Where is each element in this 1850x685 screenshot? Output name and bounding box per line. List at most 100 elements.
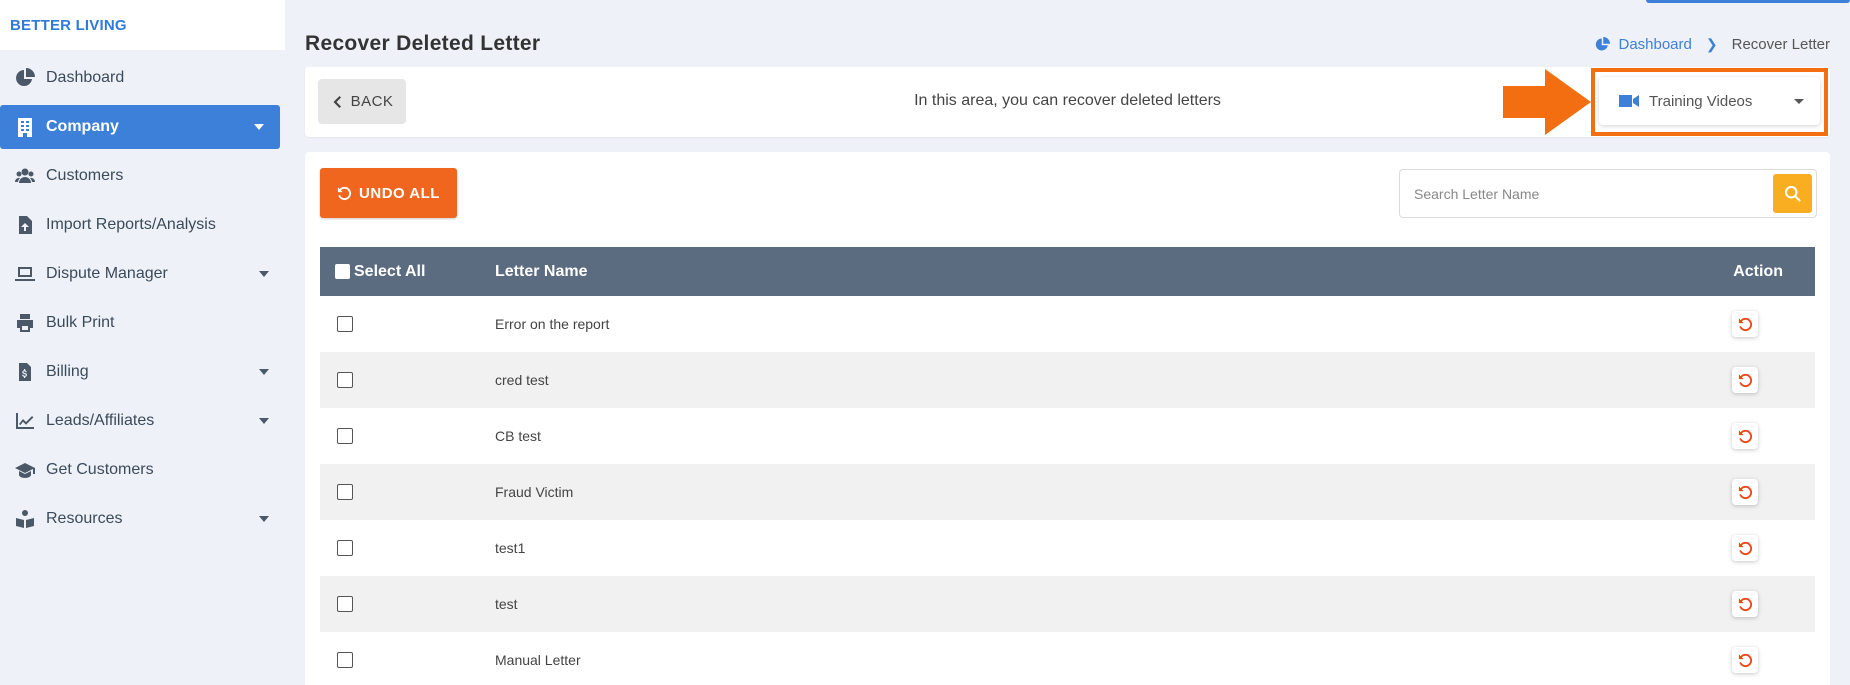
chart-pie-icon [1596, 37, 1611, 51]
letter-name: Error on the report [495, 316, 610, 332]
sidebar-item-label: Import Reports/Analysis [46, 216, 216, 233]
letter-name: Manual Letter [495, 652, 581, 668]
chart-line-icon [14, 410, 36, 432]
restore-button[interactable] [1732, 423, 1758, 449]
search-button[interactable] [1773, 174, 1812, 213]
sidebar-item-company[interactable]: Company [0, 105, 280, 149]
letter-name: cred test [495, 372, 549, 388]
page-title: Recover Deleted Letter [305, 32, 541, 55]
sidebar-item-label: Customers [46, 167, 124, 184]
breadcrumb-dashboard-link[interactable]: Dashboard [1595, 36, 1692, 53]
table-row: cred test [320, 352, 1815, 408]
undo-icon [1738, 429, 1752, 443]
sidebar-item-customers[interactable]: Customers [0, 154, 285, 198]
select-all-checkbox[interactable]: Select All [335, 263, 425, 281]
table-row: Fraud Victim [320, 464, 1815, 520]
letter-name: CB test [495, 428, 541, 444]
restore-button[interactable] [1732, 367, 1758, 393]
restore-button[interactable] [1732, 647, 1758, 673]
sidebar: BETTER LIVING Dashboard Company Customer… [0, 0, 285, 685]
table-row: test1 [320, 520, 1815, 576]
graduation-cap-icon [14, 459, 36, 481]
chevron-down-icon [254, 124, 264, 130]
row-checkbox[interactable] [337, 652, 353, 668]
sidebar-item-label: Bulk Print [46, 314, 115, 331]
users-icon [14, 165, 36, 187]
sidebar-item-label: Billing [46, 363, 89, 380]
sidebar-nav: Dashboard Company Customers Import Repor… [0, 56, 285, 541]
chevron-down-icon [259, 418, 269, 424]
breadcrumb: Dashboard ❯ Recover Letter [1595, 36, 1830, 53]
column-header-action: Action [1733, 262, 1783, 280]
undo-icon [1738, 317, 1752, 331]
row-checkbox[interactable] [337, 428, 353, 444]
sidebar-item-bulk-print[interactable]: Bulk Print [0, 301, 285, 345]
brand-logo[interactable]: BETTER LIVING [0, 0, 285, 50]
row-checkbox[interactable] [337, 596, 353, 612]
sidebar-item-get-customers[interactable]: Get Customers [0, 448, 285, 492]
chevron-right-icon: ❯ [1705, 36, 1718, 52]
breadcrumb-current: Recover Letter [1731, 36, 1830, 53]
sidebar-item-label: Get Customers [46, 461, 154, 478]
chevron-down-icon [259, 369, 269, 375]
letters-card: UNDO ALL Select All Letter Name Action E… [305, 152, 1830, 685]
letters-table: Select All Letter Name Action Error on t… [320, 247, 1815, 685]
letter-name: Fraud Victim [495, 484, 574, 500]
restore-button[interactable] [1732, 535, 1758, 561]
sidebar-item-label: Resources [46, 510, 123, 527]
restore-button[interactable] [1732, 479, 1758, 505]
sidebar-item-label: Company [46, 118, 119, 135]
sidebar-item-resources[interactable]: Resources [0, 497, 285, 541]
laptop-icon [14, 263, 36, 285]
undo-icon [337, 186, 352, 200]
book-reader-icon [14, 508, 36, 530]
chart-pie-icon [14, 67, 36, 89]
topbar-accent [1646, 0, 1850, 3]
sidebar-item-billing[interactable]: Billing [0, 350, 285, 394]
training-videos-label: Training Videos [1649, 92, 1753, 110]
table-row: Manual Letter [320, 632, 1815, 685]
chevron-down-icon [1794, 99, 1804, 104]
row-checkbox[interactable] [337, 484, 353, 500]
printer-icon [14, 312, 36, 334]
chevron-down-icon [259, 516, 269, 522]
table-row: CB test [320, 408, 1815, 464]
search-box [1399, 169, 1817, 218]
letter-name: test [495, 596, 518, 612]
table-row: Error on the report [320, 296, 1815, 352]
table-row: test [320, 576, 1815, 632]
sidebar-item-dashboard[interactable]: Dashboard [0, 56, 285, 100]
training-videos-dropdown[interactable]: Training Videos [1599, 77, 1820, 125]
table-header: Select All Letter Name Action [320, 247, 1815, 296]
select-all-label: Select All [354, 262, 426, 280]
sidebar-item-label: Dispute Manager [46, 265, 168, 282]
pointer-arrow-icon [1503, 69, 1591, 135]
restore-button[interactable] [1732, 591, 1758, 617]
column-header-letter-name: Letter Name [495, 262, 588, 280]
letter-name: test1 [495, 540, 526, 556]
undo-icon [1738, 373, 1752, 387]
sidebar-item-import-reports[interactable]: Import Reports/Analysis [0, 203, 285, 247]
building-icon [14, 116, 36, 138]
row-checkbox[interactable] [337, 316, 353, 332]
undo-all-label: UNDO ALL [359, 184, 440, 202]
breadcrumb-home-label: Dashboard [1618, 36, 1692, 53]
checkbox[interactable] [335, 264, 350, 279]
sidebar-item-label: Leads/Affiliates [46, 412, 155, 429]
undo-icon [1738, 485, 1752, 499]
sidebar-item-dispute-manager[interactable]: Dispute Manager [0, 252, 285, 296]
undo-icon [1738, 541, 1752, 555]
video-camera-icon [1619, 95, 1639, 107]
search-input[interactable] [1400, 170, 1770, 217]
row-checkbox[interactable] [337, 540, 353, 556]
sidebar-item-label: Dashboard [46, 69, 125, 86]
undo-icon [1738, 597, 1752, 611]
sidebar-item-leads-affiliates[interactable]: Leads/Affiliates [0, 399, 285, 443]
undo-all-button[interactable]: UNDO ALL [320, 168, 457, 218]
invoice-icon [14, 361, 36, 383]
search-icon [1784, 185, 1801, 202]
undo-icon [1738, 653, 1752, 667]
file-import-icon [14, 214, 36, 236]
restore-button[interactable] [1732, 311, 1758, 337]
row-checkbox[interactable] [337, 372, 353, 388]
